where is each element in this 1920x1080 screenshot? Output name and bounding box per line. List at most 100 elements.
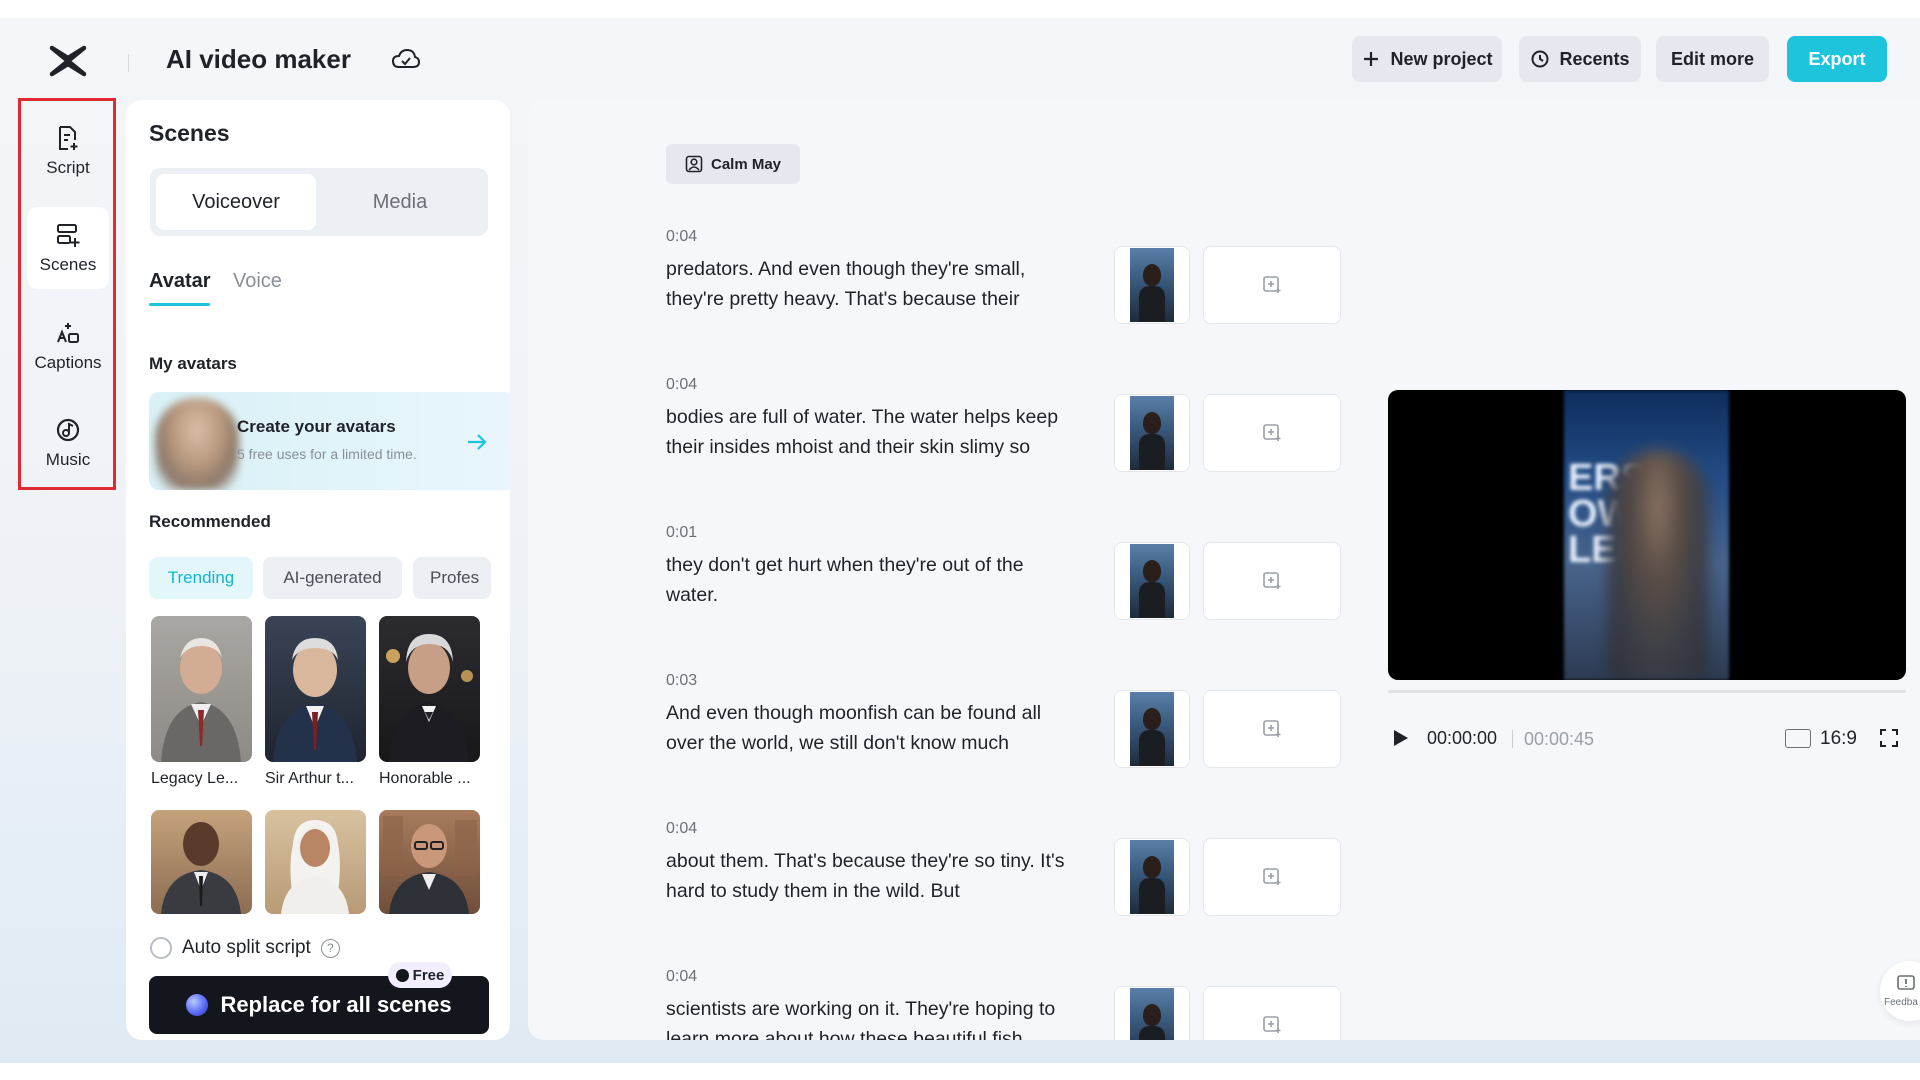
avatar-portrait	[383, 816, 477, 914]
recommended-label: Recommended	[149, 512, 271, 531]
avatar-thumbnail-image	[1130, 248, 1174, 322]
plus-icon	[1364, 52, 1379, 66]
avatar-tile[interactable]	[379, 616, 480, 762]
total-time: 00:00:45	[1524, 729, 1595, 749]
speaker-chip[interactable]: Calm May	[666, 144, 800, 184]
scenes-panel: Scenes Voiceover Media Avatar Voice My a…	[126, 100, 510, 1040]
add-media-slot[interactable]	[1203, 986, 1341, 1040]
help-icon[interactable]: ?	[320, 938, 340, 958]
add-media-icon	[1263, 572, 1281, 589]
avatar-name: Honorable ...	[379, 770, 471, 787]
scene-duration: 0:03	[666, 672, 698, 689]
scene-avatar-thumbnail[interactable]	[1114, 542, 1190, 620]
scene-script-text[interactable]: they don't get hurt when they're out of …	[666, 550, 1106, 610]
scene-script-line: predators. And even though they're small…	[666, 258, 1026, 280]
header-divider	[128, 54, 129, 72]
avatar-tile[interactable]	[151, 810, 252, 914]
scene-script-line: bodies are full of water. The water help…	[666, 406, 1059, 428]
new-project-label: New project	[1390, 48, 1493, 69]
add-media-slot[interactable]	[1203, 246, 1341, 324]
rail-item-script[interactable]: Script	[27, 110, 109, 192]
auto-split-checkbox[interactable]	[150, 937, 172, 959]
export-button[interactable]: Export	[1787, 36, 1887, 82]
feedback-icon	[1897, 975, 1915, 990]
add-media-icon	[1263, 868, 1281, 885]
play-icon[interactable]	[1390, 728, 1410, 748]
free-badge-label: Free	[412, 966, 445, 984]
avatar-portrait	[281, 820, 349, 914]
recents-button[interactable]: Recents	[1519, 36, 1641, 82]
tab-media[interactable]: Media	[318, 174, 482, 230]
chip-trending[interactable]: Trending	[149, 557, 253, 599]
scene-script-line: about them. That's because they're so ti…	[666, 850, 1065, 872]
add-media-slot[interactable]	[1203, 542, 1341, 620]
add-media-slot[interactable]	[1203, 394, 1341, 472]
add-media-slot[interactable]	[1203, 838, 1341, 916]
speaker-name: Calm May	[710, 155, 782, 173]
subtab-avatar[interactable]: Avatar	[149, 270, 211, 293]
scene-duration: 0:04	[666, 968, 698, 985]
chip-professional[interactable]: Profes	[413, 557, 491, 599]
scene-duration: 0:04	[666, 376, 698, 393]
logo-icon[interactable]	[48, 42, 88, 80]
create-avatar-card[interactable]: Create your avatars 5 free uses for a li…	[149, 392, 510, 490]
avatar-thumbnail-image	[1130, 396, 1174, 470]
avatar-tile[interactable]	[379, 810, 480, 914]
rail-item-captions[interactable]: Captions	[27, 305, 109, 387]
aspect-ratio-label[interactable]: 16:9	[1820, 728, 1857, 750]
subtab-voice[interactable]: Voice	[233, 270, 282, 293]
avatar-thumbnail-image	[1130, 988, 1174, 1040]
app-window: AI video maker New project Recents Edit …	[0, 18, 1920, 1063]
chip-ai-generated[interactable]: AI-generated	[263, 557, 402, 599]
subtab-underline	[149, 303, 210, 306]
arrow-right-icon	[468, 434, 487, 450]
cloud-icon[interactable]	[391, 47, 421, 73]
rail-item-scenes[interactable]: Scenes	[27, 207, 109, 289]
scene-script-text[interactable]: And even though moonfish can be found al…	[666, 698, 1106, 758]
avatar-tile[interactable]	[151, 616, 252, 762]
avatar-thumbnail-image	[1130, 544, 1174, 618]
avatar-tile[interactable]	[265, 810, 366, 914]
scene-script-line: they don't get hurt when they're out of …	[666, 554, 1024, 576]
create-avatar-subtitle: 5 free uses for a limited time.	[237, 446, 417, 462]
rail-label-music: Music	[45, 450, 91, 469]
scene-script-text[interactable]: about them. That's because they're so ti…	[666, 846, 1106, 906]
voiceover-media-toggle: Voiceover Media	[150, 168, 488, 236]
tab-voiceover[interactable]: Voiceover	[156, 174, 316, 230]
captions-icon	[57, 323, 79, 343]
time-separator	[1512, 730, 1513, 748]
fullscreen-icon[interactable]	[1879, 728, 1899, 748]
scene-script-text[interactable]: scientists are working on it. They're ho…	[666, 994, 1106, 1040]
rail-item-music[interactable]: Music	[27, 402, 109, 484]
scene-avatar-thumbnail[interactable]	[1114, 394, 1190, 472]
scene-script-text[interactable]: bodies are full of water. The water help…	[666, 402, 1106, 462]
script-icon	[59, 126, 78, 150]
scene-avatar-thumbnail[interactable]	[1114, 246, 1190, 324]
ai-orb-icon	[186, 994, 209, 1016]
scene-script-line: learn more about how these beautiful fis…	[666, 1028, 1023, 1040]
feedback-label: Feedba	[1884, 997, 1918, 1008]
add-media-slot[interactable]	[1203, 690, 1341, 768]
scene-script-line: And even though moonfish can be found al…	[666, 702, 1042, 724]
video-preview[interactable]: ERS OW LEN	[1388, 390, 1906, 680]
create-avatar-image	[155, 398, 239, 490]
current-time: 00:00:00	[1427, 728, 1498, 748]
auto-split-row: Auto split script ?	[150, 937, 340, 959]
clock-icon	[1531, 50, 1549, 68]
add-media-icon	[1263, 276, 1281, 293]
edit-more-button[interactable]: Edit more	[1656, 36, 1769, 82]
scene-avatar-thumbnail[interactable]	[1114, 986, 1190, 1040]
aspect-ratio-icon[interactable]	[1785, 729, 1811, 748]
edit-more-label: Edit more	[1670, 48, 1754, 69]
new-project-button[interactable]: New project	[1352, 36, 1502, 82]
playback-progress-bar[interactable]	[1388, 690, 1906, 693]
scene-script-text[interactable]: predators. And even though they're small…	[666, 254, 1106, 314]
avatar-tile[interactable]	[265, 616, 366, 762]
scene-script-line: hard to study them in the wild. But	[666, 880, 960, 902]
app-title: AI video maker	[166, 44, 351, 74]
avatar-thumbnail-image	[1130, 840, 1174, 914]
scene-avatar-thumbnail[interactable]	[1114, 690, 1190, 768]
create-avatar-title: Create your avatars	[237, 417, 396, 436]
scene-avatar-thumbnail[interactable]	[1114, 838, 1190, 916]
avatar-name: Legacy Le...	[151, 770, 239, 787]
